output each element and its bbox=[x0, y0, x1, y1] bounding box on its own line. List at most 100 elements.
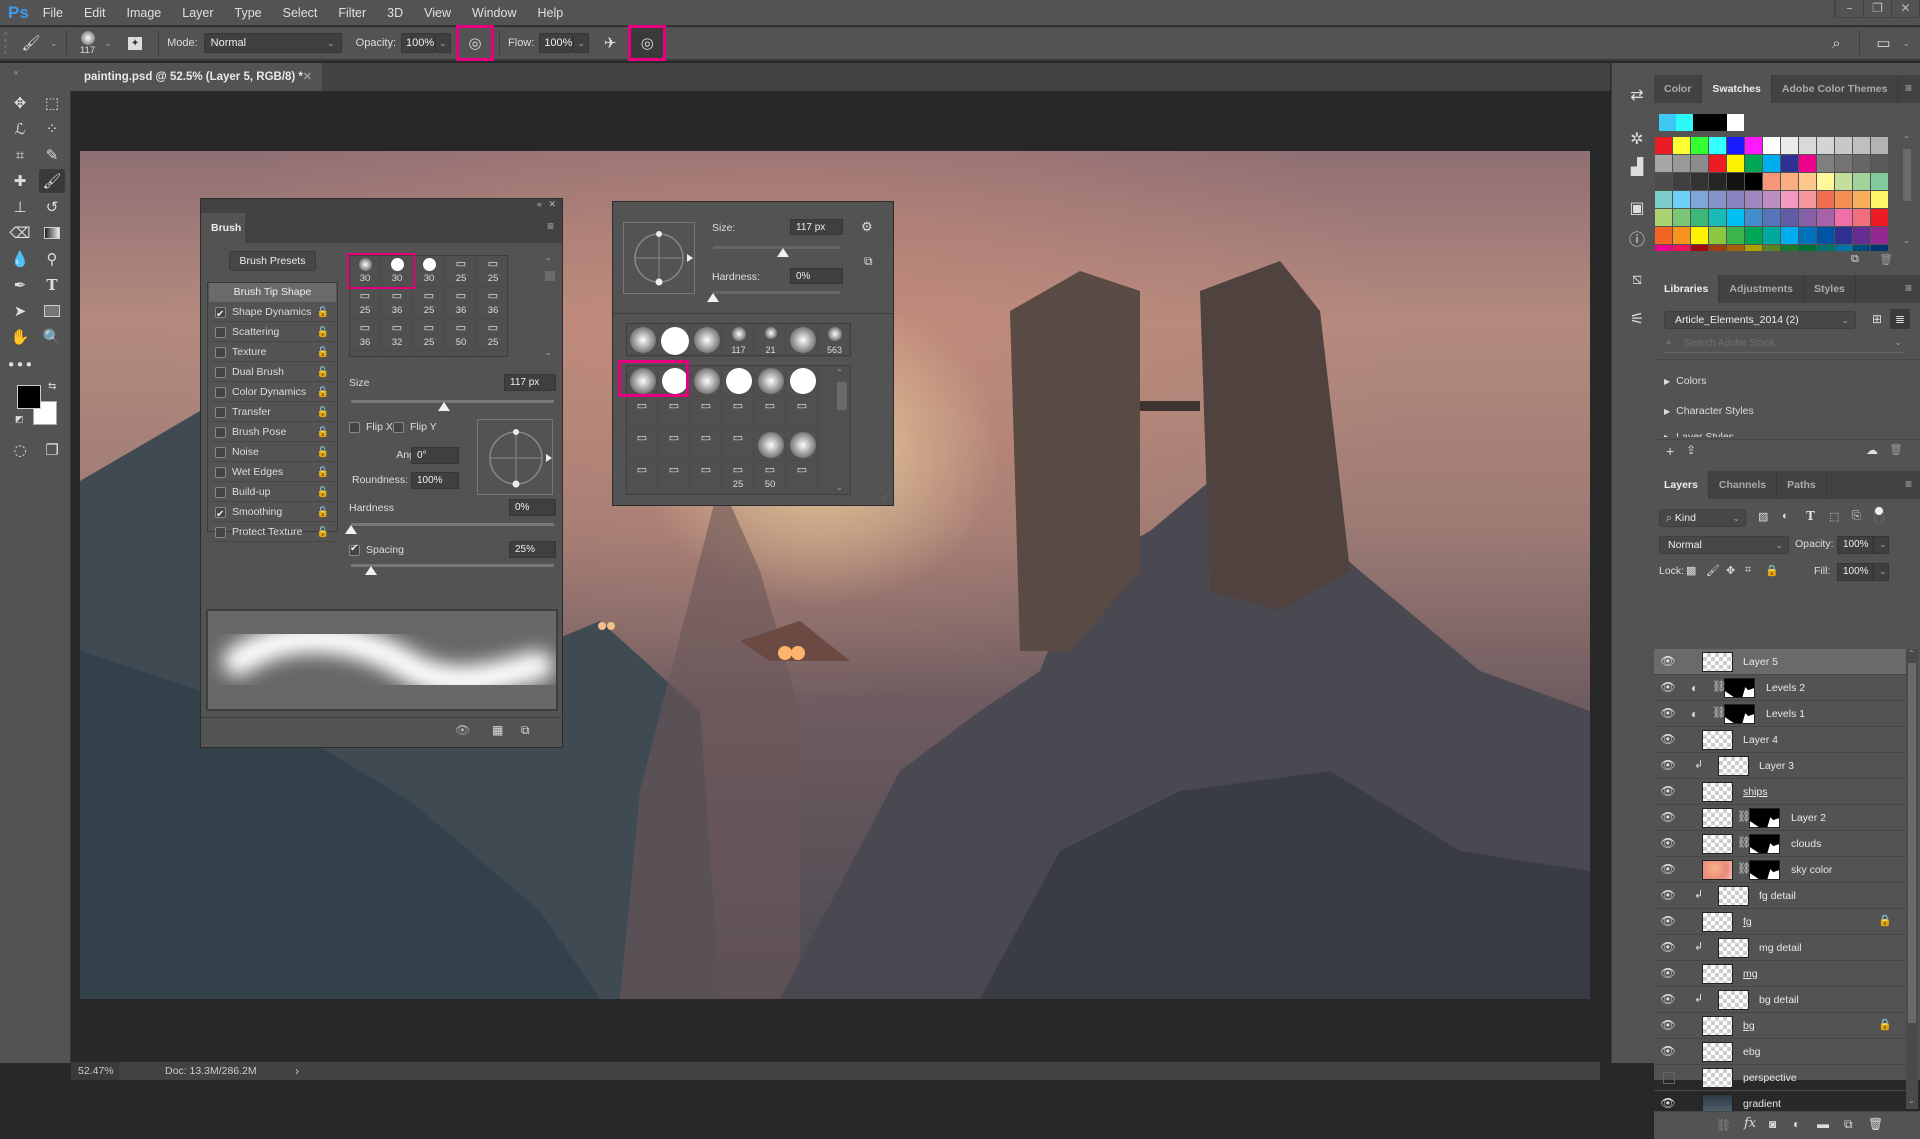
filter-shape-icon[interactable]: ⬚ bbox=[1829, 510, 1839, 523]
color-swatch[interactable] bbox=[1853, 245, 1870, 251]
chevron-down-icon[interactable]: ⌄ bbox=[50, 38, 58, 49]
color-swatch[interactable] bbox=[1817, 155, 1834, 172]
color-swatch[interactable] bbox=[1853, 209, 1870, 226]
layer-name[interactable]: bg bbox=[1743, 1013, 1755, 1039]
checkbox[interactable] bbox=[215, 406, 226, 418]
brush-settings-icon[interactable]: ⚟ bbox=[1625, 309, 1649, 333]
healing-brush-tool[interactable]: ✚ bbox=[7, 169, 33, 193]
layer-row[interactable]: 👁 ⛓ Layer 2 bbox=[1654, 805, 1906, 831]
lock-pixels-icon[interactable]: 🖌 bbox=[1706, 564, 1720, 577]
color-swatch[interactable] bbox=[1745, 173, 1762, 190]
list-view-icon[interactable]: ≣ bbox=[1890, 309, 1910, 329]
clone-stamp-tool[interactable]: ⊥ bbox=[7, 195, 33, 219]
eye-icon[interactable]: 👁 bbox=[1660, 1044, 1676, 1060]
brush-tip[interactable]: ▭ 25 bbox=[414, 288, 445, 319]
checkbox[interactable] bbox=[215, 346, 226, 358]
color-swatch[interactable] bbox=[1799, 191, 1816, 208]
chevron-down-icon[interactable]: ⌄ bbox=[1903, 236, 1910, 245]
chevron-up-icon[interactable]: ⌃ bbox=[545, 257, 552, 266]
trash-icon[interactable]: 🗑 bbox=[1879, 253, 1893, 266]
eye-icon[interactable]: 👁 bbox=[1660, 940, 1676, 956]
layer-name[interactable]: fg detail bbox=[1759, 883, 1796, 909]
lock-icon[interactable]: 🔓 bbox=[317, 323, 329, 342]
color-swatch[interactable] bbox=[1727, 173, 1744, 190]
close-icon[interactable]: ✕ bbox=[548, 199, 556, 210]
recent-brush[interactable]: 21 bbox=[755, 324, 786, 357]
layers-scrollbar[interactable]: ⌃ ⌄ bbox=[1906, 649, 1918, 1109]
menu-help[interactable]: Help bbox=[538, 6, 564, 20]
color-swatch[interactable] bbox=[1727, 191, 1744, 208]
brush-tip[interactable]: ▭ 32 bbox=[382, 320, 413, 351]
color-swatch[interactable] bbox=[1745, 245, 1762, 251]
color-swatch[interactable] bbox=[1799, 173, 1816, 190]
color-swatch[interactable] bbox=[1673, 191, 1690, 208]
properties-icon[interactable]: ▣ bbox=[1625, 198, 1649, 222]
checkbox[interactable] bbox=[349, 421, 360, 433]
layer-row[interactable]: 👁 ships bbox=[1654, 779, 1906, 805]
flow-input[interactable]: 100% bbox=[539, 33, 574, 53]
layer-row[interactable]: 👁 ◐ ⛓ Levels 2 bbox=[1654, 675, 1906, 701]
fill-input[interactable]: 100% bbox=[1837, 563, 1873, 581]
checkbox[interactable] bbox=[215, 446, 226, 458]
layer-mask-thumbnail[interactable] bbox=[1749, 860, 1780, 880]
trash-icon[interactable]: 🗑 bbox=[1868, 1117, 1883, 1131]
eye-icon[interactable]: 👁 bbox=[1660, 758, 1676, 774]
tab-swatches[interactable]: Swatches bbox=[1702, 75, 1772, 103]
size-slider-thumb[interactable] bbox=[776, 248, 789, 257]
color-swatch[interactable] bbox=[1727, 155, 1744, 172]
crop-tool[interactable]: ⌗ bbox=[7, 143, 33, 167]
eraser-tool[interactable]: ⌫ bbox=[7, 221, 33, 245]
lock-icon[interactable]: 🔓 bbox=[317, 303, 329, 322]
lock-icon[interactable]: 🔓 bbox=[317, 463, 329, 482]
eye-icon[interactable]: 👁 bbox=[1660, 654, 1676, 670]
chevron-up-icon[interactable]: ⌃ bbox=[836, 368, 843, 377]
checkbox[interactable] bbox=[215, 505, 226, 524]
quick-mask-button[interactable]: ◌ bbox=[7, 438, 33, 462]
color-swatch[interactable] bbox=[1781, 173, 1798, 190]
hardness-slider-thumb[interactable] bbox=[345, 525, 357, 534]
color-swatch[interactable] bbox=[1655, 227, 1672, 244]
minimize-button[interactable]: – bbox=[1835, 0, 1863, 17]
blur-tool[interactable]: 💧 bbox=[7, 247, 33, 271]
spacing-input[interactable]: 25% bbox=[509, 541, 556, 558]
brush-tip[interactable]: ▭ 25 bbox=[478, 256, 507, 287]
color-swatch[interactable] bbox=[1655, 245, 1672, 251]
info-icon[interactable]: ⓘ bbox=[1625, 226, 1649, 250]
color-swatch[interactable] bbox=[1673, 137, 1690, 154]
eye-icon[interactable]: 👁 bbox=[1660, 706, 1676, 722]
color-swatch[interactable] bbox=[1673, 209, 1690, 226]
color-swatch[interactable] bbox=[1763, 137, 1780, 154]
dodge-tool[interactable]: ⚲ bbox=[39, 247, 65, 271]
path-selection-tool[interactable]: ➤ bbox=[7, 299, 33, 323]
color-swatch[interactable] bbox=[1799, 155, 1816, 172]
color-swatch[interactable] bbox=[1745, 227, 1762, 244]
layer-row[interactable]: 👁 ↲ fg detail bbox=[1654, 883, 1906, 909]
brush-angle-preview[interactable] bbox=[623, 222, 695, 294]
lock-icon[interactable]: 🔓 bbox=[317, 503, 329, 522]
chevron-down-icon[interactable]: ⌄ bbox=[105, 38, 113, 49]
status-menu-arrow[interactable]: › bbox=[295, 1062, 299, 1080]
recent-swatch[interactable] bbox=[1659, 114, 1676, 131]
color-swatch[interactable] bbox=[1781, 155, 1798, 172]
zoom-tool[interactable]: 🔍 bbox=[39, 325, 65, 349]
tab-adobe-color-themes[interactable]: Adobe Color Themes bbox=[1772, 75, 1899, 103]
brush-preset[interactable]: ▭ bbox=[787, 398, 818, 429]
color-swatch[interactable] bbox=[1871, 209, 1888, 226]
color-swatch[interactable] bbox=[1709, 173, 1726, 190]
panel-titlebar[interactable]: « ✕ bbox=[201, 199, 562, 213]
color-swatch[interactable] bbox=[1655, 191, 1672, 208]
color-swatch[interactable] bbox=[1853, 227, 1870, 244]
layer-row[interactable]: perspective bbox=[1654, 1065, 1906, 1091]
chevron-down-icon[interactable]: ⌄ bbox=[1902, 38, 1910, 49]
layer-name[interactable]: sky color bbox=[1791, 857, 1832, 883]
color-swatch[interactable] bbox=[1655, 137, 1672, 154]
pen-tool[interactable]: ✒ bbox=[7, 273, 33, 297]
layer-row[interactable]: 👁 ⛓ clouds bbox=[1654, 831, 1906, 857]
close-window-button[interactable]: ✕ bbox=[1891, 0, 1919, 17]
color-swatch[interactable] bbox=[1853, 173, 1870, 190]
lock-icon[interactable]: 🔓 bbox=[317, 403, 329, 422]
brush-tip[interactable]: ▭ bbox=[382, 352, 413, 356]
color-swatch[interactable] bbox=[1763, 245, 1780, 251]
eye-icon[interactable]: 👁 bbox=[1660, 914, 1676, 930]
eye-icon[interactable]: 👁 bbox=[1660, 862, 1676, 878]
